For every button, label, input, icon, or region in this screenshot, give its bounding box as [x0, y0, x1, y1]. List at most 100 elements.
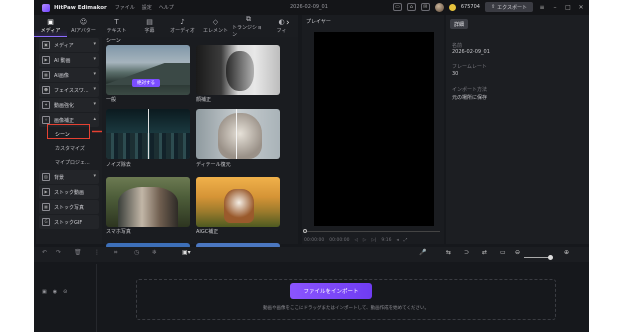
zoom-in-icon[interactable]: ⊕ [564, 249, 569, 256]
preview-screen[interactable] [314, 32, 434, 226]
crop-icon[interactable]: ⌗ [114, 249, 117, 257]
snap-icon[interactable]: ⇄ [482, 249, 487, 256]
undo-icon[interactable]: ↶ [42, 249, 47, 256]
tab-audio[interactable]: ♪ オーディオ [166, 15, 199, 37]
tab-ai-avatar-label: AIアバター [71, 28, 96, 34]
sidebar-sub-my-project[interactable]: マイプロジェ... [39, 156, 99, 169]
sidebar-item-stock-photo[interactable]: ▦ ストック写真 [39, 200, 99, 214]
select-tool-icon[interactable]: ▣▾ [182, 249, 191, 256]
sidebar-item-video-enhance[interactable]: ✦ 動画強化 ▾ [39, 98, 99, 112]
tab-element-label: エレメント [202, 28, 228, 34]
visibility-icon[interactable]: ◉ [53, 289, 57, 295]
drop-hint: 動画や画像をここにドラッグまたはインポートして、動画作成を始めてください。 [262, 306, 429, 311]
scene-thumb-general[interactable]: 絶対する [106, 45, 190, 95]
import-file-button[interactable]: ファイルをインポート [290, 283, 372, 299]
tab-text[interactable]: T テキスト [100, 15, 133, 37]
menu-file[interactable]: ファイル [115, 4, 135, 11]
magnet-icon[interactable]: ⊃ [464, 249, 469, 256]
portrait-image [226, 51, 254, 91]
thumb-caption: 顔補正 [196, 97, 212, 103]
play-icon[interactable]: ▷ [363, 238, 366, 243]
delete-icon[interactable]: 🗑 [74, 249, 82, 256]
sidebar-item-stock-video[interactable]: ▶ ストック動画 [39, 185, 99, 199]
split-icon[interactable]: ⋮ [94, 249, 100, 256]
playback-slider[interactable] [303, 229, 440, 233]
prop-framerate-value: 30 [452, 71, 459, 77]
tab-transition[interactable]: ⧉ トランジション [232, 15, 265, 38]
sidebar-item-background[interactable]: ▨ 背景 ▾ [39, 170, 99, 184]
tab-text-label: テキスト [106, 28, 127, 34]
chevron-down-icon: ▾ [93, 86, 96, 92]
tab-details[interactable]: 詳細 [450, 19, 468, 29]
microphone-icon[interactable]: 🎤 [419, 249, 426, 256]
tab-subtitle[interactable]: ▤ 字幕 [133, 15, 166, 37]
fit-icon[interactable]: ▭ [500, 249, 506, 256]
sidebar-item-ai-video[interactable]: ▶ AI 動画 ▾ [39, 53, 99, 67]
cart-icon[interactable]: ⌂ [406, 3, 416, 11]
ai-avatar-icon: ☺ [79, 18, 88, 26]
zoom-out-icon[interactable]: ⊖ [515, 249, 520, 256]
menu-settings[interactable]: 設定 [142, 4, 152, 11]
export-button[interactable]: ⇪ エクスポート [484, 2, 533, 12]
face-swap-icon: ☻ [42, 86, 50, 94]
chevron-down-icon: ▾ [93, 56, 96, 62]
tab-element[interactable]: ◇ エレメント [199, 15, 232, 37]
aspect-ratio[interactable]: 9:16 [381, 238, 391, 243]
stock-gif-icon: G [42, 218, 50, 226]
fullscreen-icon[interactable]: ⤢ [404, 237, 408, 243]
tab-media-label: メディア [40, 27, 61, 34]
more-icon[interactable]: ≡ [538, 4, 546, 11]
properties-panel: 詳細 名前 2026-02-09_01 フレームレート 30 インポート方法 元… [446, 15, 589, 244]
sidebar-item-label: 動画強化 [54, 102, 75, 109]
current-time: 00:00:00 [304, 237, 325, 243]
tab-filter[interactable]: ◐ フィ [265, 15, 298, 37]
sidebar-item-stock-gif[interactable]: G ストックGIF [39, 215, 99, 229]
prev-frame-icon[interactable]: ◁ [354, 238, 357, 243]
playhead-handle[interactable] [303, 229, 307, 233]
redo-icon[interactable]: ↷ [56, 249, 61, 256]
scene-thumb-face[interactable] [196, 45, 280, 95]
chevron-down-icon: ▾ [93, 173, 96, 179]
sidebar-item-ai-image[interactable]: ▦ AI画像 ▾ [39, 68, 99, 82]
speed-icon[interactable]: ◷ [134, 249, 139, 256]
folder-icon: ▣ [47, 17, 54, 26]
sidebar-sub-customize[interactable]: カスタマイズ [39, 142, 99, 155]
freeze-icon[interactable]: ❄ [152, 249, 157, 256]
tab-ai-avatar[interactable]: ☺ AIアバター [67, 15, 100, 37]
scene-thumb-aigc[interactable] [196, 177, 280, 227]
minimize-icon[interactable]: – [551, 4, 559, 11]
tab-subtitle-label: 字幕 [144, 28, 155, 34]
player-title: プレイヤー [306, 19, 331, 25]
tab-media[interactable]: ▣ メディア [34, 15, 67, 37]
sidebar-item-face-swap[interactable]: ☻ フェイススワ... ▾ [39, 83, 99, 97]
next-frame-icon[interactable]: ▷| [371, 238, 376, 243]
maximize-icon[interactable]: □ [564, 4, 572, 11]
screen-icon[interactable]: ▭ [392, 3, 402, 11]
link-icon[interactable]: ⇆ [446, 249, 451, 256]
zoom-handle[interactable] [548, 255, 553, 260]
track-video-icon[interactable]: ▣ [42, 289, 47, 295]
prop-import-label: インポート方法 [452, 87, 488, 93]
sidebar-item-media[interactable]: ▣ メディア ▾ [39, 38, 99, 52]
volume-icon[interactable]: ◂ [396, 238, 398, 243]
scene-panel: シーン 絶対する 一般 顔補正 ノイズ除去 ディテール復元 スマホ写真 AIGC… [102, 37, 298, 249]
prop-name-value: 2026-02-09_01 [452, 49, 490, 55]
gift-icon[interactable]: ✉ [420, 3, 430, 11]
lock-icon[interactable]: ⊝ [63, 289, 67, 295]
avatar[interactable] [434, 2, 444, 12]
scene-thumb-smartphone[interactable] [106, 177, 190, 227]
prop-framerate-label: フレームレート [452, 64, 487, 70]
sidebar-item-label: AI画像 [54, 72, 69, 79]
close-icon[interactable]: ✕ [577, 4, 585, 11]
app-logo [42, 3, 50, 12]
menu-help[interactable]: ヘルプ [159, 4, 174, 11]
media-sidebar: ▣ メディア ▾ ▶ AI 動画 ▾ ▦ AI画像 ▾ ☻ フェイススワ... ▾ ✦ 動画強化 ▾… [36, 37, 102, 244]
image-enhance-icon: ✧ [42, 116, 50, 124]
scene-thumb-detail[interactable] [196, 109, 280, 159]
sidebar-item-label: ストックGIF [54, 219, 83, 226]
chevron-right-icon[interactable]: › [286, 18, 290, 28]
create-button[interactable]: 絶対する [132, 79, 160, 87]
timeline-toolbar: ↶ ↷ 🗑 ⋮ ⌗ ◷ ❄ ▣▾ 🎤 ⇆ ⊃ ⇄ ▭ ⊖ ⊕ [34, 247, 589, 262]
scene-thumb-denoise[interactable] [106, 109, 190, 159]
compare-divider [236, 109, 237, 159]
